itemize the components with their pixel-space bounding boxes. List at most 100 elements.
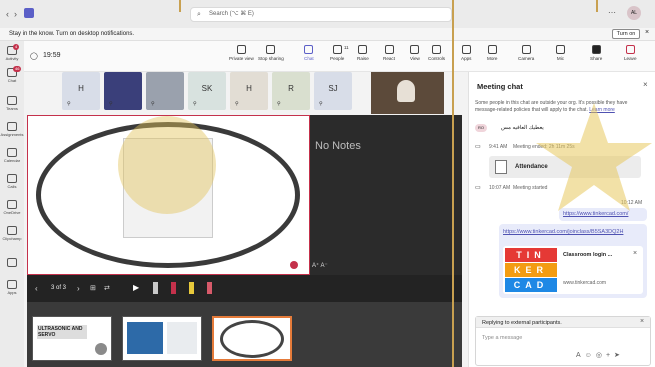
overlay-line (452, 0, 454, 367)
emoji-icon[interactable]: ☺ (585, 352, 596, 359)
gif-icon[interactable]: ◎ (596, 352, 606, 359)
thumb-circle (220, 320, 284, 358)
overlay-line (596, 0, 598, 12)
participant-avatar: R (288, 84, 294, 93)
participant-tile[interactable]: H ⚲ (230, 72, 268, 110)
toolbar-label: Mic (556, 56, 565, 61)
current-slide[interactable] (27, 115, 310, 275)
pointer-tool-icon[interactable]: ▶ (133, 283, 139, 292)
pink-pen-icon[interactable] (207, 282, 212, 294)
font-size-controls[interactable]: A⁺ A⁻ (312, 262, 328, 269)
phone-icon (625, 45, 635, 54)
toolbar-chat-button[interactable]: Chat (304, 43, 314, 61)
toolbar-react-button[interactable]: React (383, 43, 395, 61)
eraser-tool-icon[interactable] (153, 282, 158, 294)
grid-view-icon[interactable]: ⊞ (90, 284, 96, 292)
close-icon[interactable]: × (645, 29, 649, 36)
next-slide-icon[interactable]: › (77, 284, 80, 293)
toolbar-apps-button[interactable]: Apps (461, 43, 471, 61)
more-options-icon[interactable]: ⋯ (608, 8, 616, 17)
rail-label: Calendar (3, 158, 21, 163)
rail-label: Chat (7, 78, 17, 83)
participant-avatar: H (246, 84, 252, 93)
participant-tile[interactable]: R ⚲ (272, 72, 310, 110)
rail-item-apps[interactable]: Apps (0, 278, 24, 298)
eye-icon (236, 45, 246, 54)
slide-thumbnail-3[interactable] (212, 316, 292, 361)
rail-icon (7, 122, 17, 131)
joinclass-link[interactable]: https://www.tinkercad.com/joinclass/B5SA… (503, 228, 643, 236)
send-icon[interactable]: ➤ (614, 352, 624, 359)
speaker-notes: No Notes (315, 140, 361, 152)
toolbar-view-button[interactable]: View (410, 43, 420, 61)
prev-slide-icon[interactable]: ‹ (35, 284, 38, 293)
toolbar-label: Camera (518, 56, 535, 61)
rail-item-onedrive[interactable]: OneDrive (0, 198, 24, 218)
rail-icon (7, 174, 17, 183)
plus-icon (461, 45, 471, 54)
muted-mic-icon: ⚲ (319, 101, 323, 107)
red-pen-icon[interactable] (171, 282, 176, 294)
dismiss-card-icon[interactable]: × (633, 250, 637, 257)
message-input[interactable]: Type a message (482, 335, 522, 341)
toolbar-share-button[interactable]: Share (590, 43, 602, 61)
logo-row-2: KER (505, 263, 557, 277)
toolbar-raise-button[interactable]: Raise (357, 43, 369, 61)
camera-icon (521, 45, 531, 54)
toolbar-label: People (330, 56, 345, 61)
close-chat-icon[interactable]: × (643, 80, 648, 89)
toolbar-label: Controls (428, 56, 446, 61)
grid-icon (410, 45, 420, 54)
toolbar-camera-button[interactable]: Camera (518, 43, 534, 61)
toolbar-private-view-button[interactable]: Private view (229, 43, 254, 61)
rail-item-activity[interactable]: Activity 4 (0, 44, 24, 64)
forward-icon[interactable]: › (14, 9, 17, 19)
participant-tile[interactable]: ⚲ (104, 72, 142, 110)
toolbar-label: Apps (461, 56, 472, 61)
person-figure (397, 80, 415, 102)
link-preview-card[interactable]: TIN KER CAD Classroom login ... × www.ti… (503, 246, 643, 294)
slide-thumbnail-1[interactable]: ULTRASONIC AND SERVO (32, 316, 112, 361)
avatar[interactable]: AL (627, 6, 641, 20)
compose-actions: A☺◎+➤ (576, 351, 648, 363)
participant-tile[interactable]: ⚲ (146, 72, 184, 110)
toolbar-more-button[interactable]: More (487, 43, 497, 61)
toolbar-label: Raise (357, 56, 369, 61)
rail-icon (7, 200, 17, 209)
toolbar-controls-button[interactable]: Controls (428, 43, 445, 61)
mic-icon (556, 45, 565, 54)
back-icon[interactable]: ‹ (6, 9, 9, 19)
search-input[interactable]: ⌕ Search (⌥ ⌘ E) (190, 7, 452, 22)
close-reply-icon[interactable]: × (640, 318, 644, 325)
toolbar-leave-button[interactable]: Leave (624, 43, 637, 61)
participant-tile[interactable]: H ⚲ (62, 72, 100, 110)
chat-icon (304, 45, 314, 54)
rail-item-clipchamp[interactable]: Clipchamp (0, 224, 24, 244)
toolbar-mic-button[interactable]: Mic (556, 43, 565, 61)
rail-label: OneDrive (3, 210, 21, 215)
highlighter-icon[interactable] (189, 282, 194, 294)
rail-label: Teams (6, 106, 18, 111)
rail-label: Calls (7, 184, 17, 189)
toolbar-people-button[interactable]: 11 People (330, 43, 349, 61)
format-icon[interactable]: A (576, 352, 585, 359)
people-icon (332, 45, 342, 54)
rail-item-teams[interactable]: Teams (0, 94, 24, 114)
toolbar-stop-sharing-button[interactable]: Stop sharing (258, 43, 284, 61)
rail-item-more[interactable] (0, 256, 24, 276)
attach-icon[interactable]: + (606, 352, 614, 359)
swap-icon[interactable]: ⇄ (104, 284, 110, 292)
rail-item-calendar[interactable]: Calendar (0, 146, 24, 166)
toolbar-label: Stop sharing (258, 56, 284, 61)
event2-time: 10:07 AM (489, 185, 511, 191)
turn-on-button[interactable]: Turn on (612, 29, 640, 39)
rail-label: Assignments (0, 132, 24, 137)
rail-item-calls[interactable]: Calls (0, 172, 24, 192)
participant-tile[interactable]: SJ ⚲ (314, 72, 352, 110)
slide-thumbnail-2[interactable] (122, 316, 202, 361)
participant-tile[interactable]: SK ⚲ (188, 72, 226, 110)
rail-item-assignments[interactable]: Assignments (0, 120, 24, 140)
rail-icon (7, 226, 17, 235)
rail-item-chat[interactable]: Chat 46 (0, 66, 24, 86)
toolbar-label: More (487, 56, 498, 61)
